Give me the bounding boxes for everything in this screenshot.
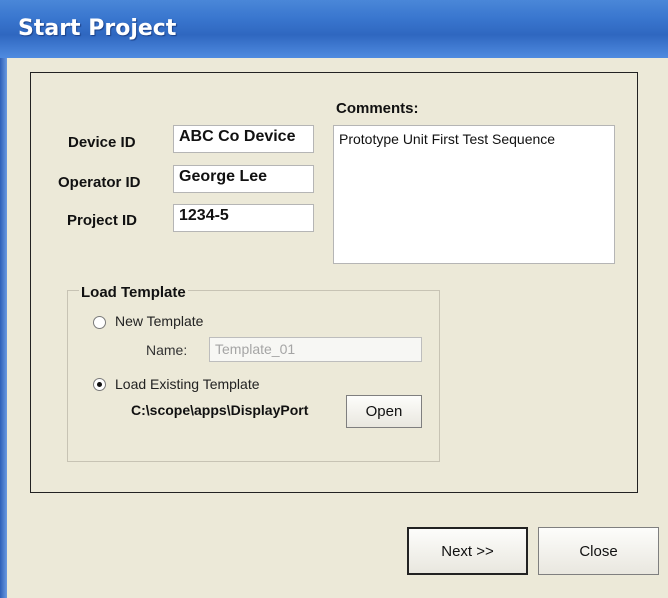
- device-id-label: Device ID: [68, 134, 136, 151]
- title-bar[interactable]: Start Project: [0, 0, 668, 58]
- comments-label: Comments:: [336, 100, 419, 117]
- project-id-field[interactable]: 1234-5: [173, 204, 314, 232]
- load-template-group-label: Load Template: [79, 284, 188, 301]
- load-existing-template-label[interactable]: Load Existing Template: [115, 376, 260, 392]
- template-name-field[interactable]: Template_01: [209, 337, 422, 362]
- window-title: Start Project: [18, 16, 177, 41]
- window-frame-edge: [0, 58, 7, 598]
- device-id-field[interactable]: ABC Co Device: [173, 125, 314, 153]
- start-project-dialog: Start Project Device ID ABC Co Device Op…: [0, 0, 668, 598]
- comments-textarea[interactable]: Prototype Unit First Test Sequence: [333, 125, 615, 264]
- operator-id-label: Operator ID: [58, 174, 141, 191]
- new-template-radio[interactable]: [93, 316, 106, 329]
- project-id-label: Project ID: [67, 212, 138, 229]
- next-button[interactable]: Next >>: [407, 527, 528, 575]
- new-template-label[interactable]: New Template: [115, 313, 203, 329]
- open-button[interactable]: Open: [346, 395, 422, 428]
- template-path: C:\scope\apps\DisplayPort: [131, 402, 309, 418]
- operator-id-field[interactable]: George Lee: [173, 165, 314, 193]
- template-name-label: Name:: [146, 342, 188, 358]
- load-existing-template-radio[interactable]: [93, 378, 106, 391]
- close-button[interactable]: Close: [538, 527, 659, 575]
